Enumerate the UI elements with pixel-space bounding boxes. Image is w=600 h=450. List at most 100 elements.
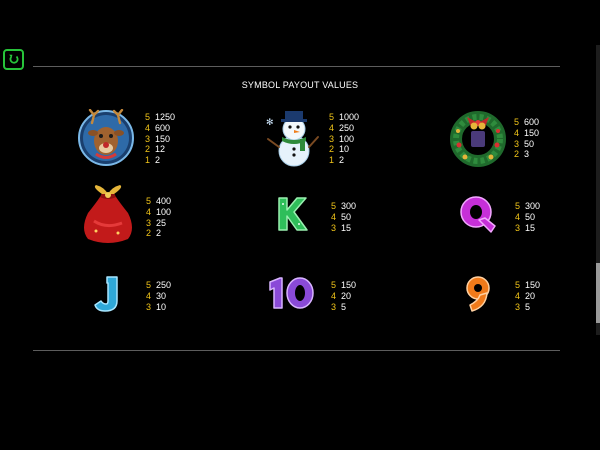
wreath-icon xyxy=(450,111,506,167)
payout-row: 5 300 xyxy=(515,201,540,212)
payout-count: 3 xyxy=(331,222,337,233)
payout-count: 5 xyxy=(331,280,337,290)
payout-count: 5 xyxy=(514,117,520,127)
page-title: SYMBOL PAYOUT VALUES xyxy=(241,80,359,90)
payout-table: 5 400 4 100 3 25 22 xyxy=(146,196,171,239)
payout-count: 3 xyxy=(329,133,335,144)
payout-value: 2 xyxy=(339,155,345,166)
payout-row: 4 100 xyxy=(146,207,171,218)
payout-row: 5 400 xyxy=(146,196,171,207)
payout-value: 5 xyxy=(525,301,531,312)
payout-value: 300 xyxy=(525,201,541,211)
payout-count: 5 xyxy=(329,112,335,122)
payout-row: 2 12 xyxy=(145,144,175,155)
payout-row: 35 xyxy=(515,302,540,313)
payout-row: 2 10 xyxy=(329,144,359,155)
payout-row: 3 25 xyxy=(146,218,171,229)
payout-value: 600 xyxy=(155,122,171,133)
top-divider xyxy=(33,66,560,67)
payout-row: 5 600 xyxy=(514,117,539,128)
payout-row: 5 150 xyxy=(331,280,356,291)
payout-row: 5 1000 xyxy=(329,112,359,123)
payout-count: 4 xyxy=(514,127,520,138)
payout-value: 30 xyxy=(156,290,167,301)
payout-count: 4 xyxy=(331,211,337,222)
number-10-icon xyxy=(269,277,314,309)
payout-row: 3 10 xyxy=(146,302,171,313)
payout-row: 4 20 xyxy=(331,291,356,302)
payout-value: 100 xyxy=(339,133,355,144)
payout-value: 50 xyxy=(525,211,536,222)
letter-k-icon xyxy=(278,197,308,231)
payout-count: 5 xyxy=(146,196,152,206)
payout-row: 4 250 xyxy=(329,123,359,134)
payout-value: 15 xyxy=(525,222,536,233)
payout-value: 1000 xyxy=(339,112,360,122)
payout-row: 5 250 xyxy=(146,280,171,291)
payout-value: 25 xyxy=(156,217,167,228)
payout-table: 5 1000 4 250 3 100 2 10 12 xyxy=(329,112,359,166)
letter-j-icon xyxy=(94,276,118,312)
payout-row: 5 150 xyxy=(515,280,540,291)
payout-count: 2 xyxy=(514,149,520,160)
payout-row: 35 xyxy=(331,302,356,313)
payout-value: 20 xyxy=(525,290,536,301)
payout-value: 10 xyxy=(339,144,350,155)
payout-count: 2 xyxy=(329,144,335,155)
payout-count: 5 xyxy=(145,112,151,122)
payout-row: 23 xyxy=(514,149,539,160)
payout-value: 150 xyxy=(341,280,357,290)
payout-row: 4 50 xyxy=(331,212,356,223)
scrollbar-thumb[interactable] xyxy=(596,263,600,323)
gift-bag-icon xyxy=(84,185,132,243)
payout-count: 5 xyxy=(331,201,337,211)
payout-count: 3 xyxy=(146,301,152,312)
bottom-divider xyxy=(33,350,560,351)
payout-row: 4 600 xyxy=(145,123,175,134)
payout-count: 4 xyxy=(146,290,152,301)
payout-value: 10 xyxy=(156,301,167,312)
payout-count: 4 xyxy=(515,211,521,222)
payout-count: 4 xyxy=(329,122,335,133)
payout-row: 4 20 xyxy=(515,291,540,302)
payout-table: 5 250 4 30 3 10 xyxy=(146,280,171,312)
payout-value: 1250 xyxy=(155,112,176,122)
back-button[interactable] xyxy=(3,49,24,70)
payout-count: 3 xyxy=(514,138,520,149)
payout-value: 150 xyxy=(525,280,541,290)
payout-count: 5 xyxy=(515,280,521,290)
payout-value: 50 xyxy=(524,138,535,149)
payout-value: 150 xyxy=(524,127,540,138)
payout-value: 400 xyxy=(156,196,172,206)
reindeer-icon xyxy=(78,109,134,166)
payout-count: 1 xyxy=(329,155,335,166)
payout-table: 5 150 4 20 35 xyxy=(331,280,356,312)
payout-count: 5 xyxy=(515,201,521,211)
payout-row: 3 15 xyxy=(331,223,356,234)
payout-row: 5 300 xyxy=(331,201,356,212)
payout-row: 4 50 xyxy=(515,212,540,223)
number-9-icon xyxy=(466,276,490,312)
payout-row: 4 30 xyxy=(146,291,171,302)
payout-value: 2 xyxy=(156,228,162,239)
payout-value: 50 xyxy=(341,211,352,222)
snowman-icon: ✻ xyxy=(266,111,319,167)
payout-count: 3 xyxy=(146,217,152,228)
payout-count: 3 xyxy=(145,133,151,144)
scrollbar[interactable] xyxy=(596,45,600,335)
payout-row: 3 100 xyxy=(329,134,359,145)
payout-row: 4 150 xyxy=(514,128,539,139)
payout-count: 5 xyxy=(146,280,152,290)
payout-row: 5 1250 xyxy=(145,112,175,123)
payout-value: 15 xyxy=(341,222,352,233)
payout-value: 12 xyxy=(155,144,166,155)
payout-row: 12 xyxy=(145,155,175,166)
svg-text:✻: ✻ xyxy=(266,118,274,128)
payout-count: 1 xyxy=(145,155,151,166)
payout-count: 4 xyxy=(331,290,337,301)
payout-count: 4 xyxy=(145,122,151,133)
payout-row: 22 xyxy=(146,228,171,239)
payout-value: 3 xyxy=(524,149,530,160)
payout-count: 2 xyxy=(145,144,151,155)
payout-value: 250 xyxy=(156,280,172,290)
